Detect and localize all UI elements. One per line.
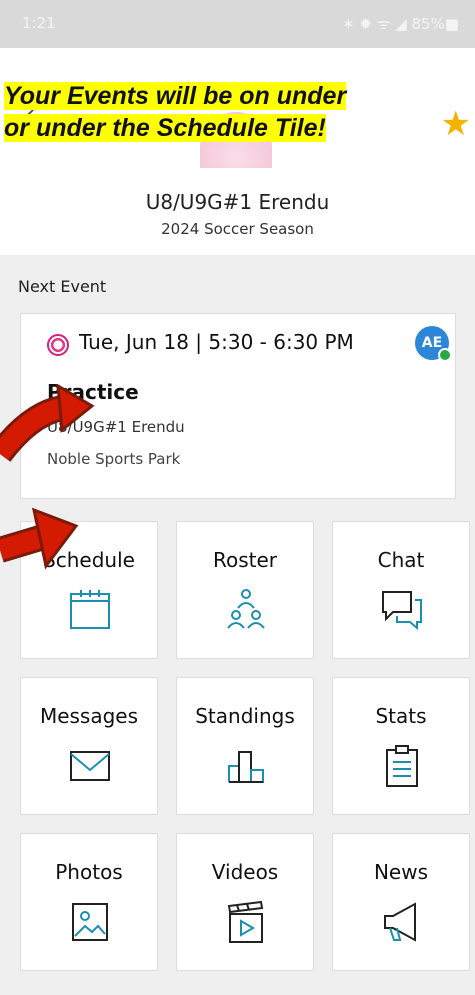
tile-messages[interactable]: Messages xyxy=(20,677,158,815)
tile-label: Stats xyxy=(375,704,427,728)
clapperboard-icon xyxy=(227,900,264,943)
tile-news[interactable]: News xyxy=(332,833,470,971)
tile-label: Standings xyxy=(195,704,295,728)
check-badge-icon xyxy=(438,348,452,362)
event-date: Tue, Jun 18 | 5:30 - 6:30 PM xyxy=(79,330,354,354)
envelope-icon xyxy=(70,751,110,781)
podium-icon xyxy=(228,751,264,783)
status-icons: ✶ ✹ ᯤ ◢ 85%■ xyxy=(342,15,459,33)
tile-photos[interactable]: Photos xyxy=(20,833,158,971)
tile-standings[interactable]: Standings xyxy=(176,677,314,815)
calendar-icon xyxy=(70,590,110,629)
clipboard-icon xyxy=(386,745,418,787)
chat-bubbles-icon xyxy=(382,591,422,631)
tile-stats[interactable]: Stats xyxy=(332,677,470,815)
annotation-arrow xyxy=(0,384,95,462)
team-name: U8/U9G#1 Erendu xyxy=(145,190,330,214)
main-content: Next Event Tue, Jun 18 | 5:30 - 6:30 PM … xyxy=(0,255,475,995)
tile-label: Videos xyxy=(211,860,279,884)
tile-roster[interactable]: Roster xyxy=(176,521,314,659)
photo-icon xyxy=(72,903,108,941)
status-bar: 1:21 ✶ ✹ ᯤ ◢ 85%■ xyxy=(0,0,475,48)
megaphone-icon xyxy=(384,902,416,942)
tile-label: Chat xyxy=(377,548,425,572)
banner-line-1: Your Events will be on under xyxy=(4,82,347,110)
season-label: 2024 Soccer Season xyxy=(161,220,314,238)
tile-label: Messages xyxy=(39,704,139,728)
annotation-arrow xyxy=(0,507,79,570)
next-event-label: Next Event xyxy=(18,277,107,296)
annotation-banner: Your Events will be on under or under th… xyxy=(0,80,475,144)
people-icon xyxy=(227,589,265,629)
banner-line-2: or under the Schedule Tile! xyxy=(4,114,326,142)
tile-videos[interactable]: Videos xyxy=(176,833,314,971)
team-header: ★ xyxy=(0,48,475,248)
soccer-ball-icon xyxy=(47,334,69,356)
tile-label: News xyxy=(373,860,429,884)
tile-label: Roster xyxy=(212,548,278,572)
tile-chat[interactable]: Chat xyxy=(332,521,470,659)
status-time: 1:21 xyxy=(22,14,56,32)
tile-label: Photos xyxy=(55,860,123,884)
